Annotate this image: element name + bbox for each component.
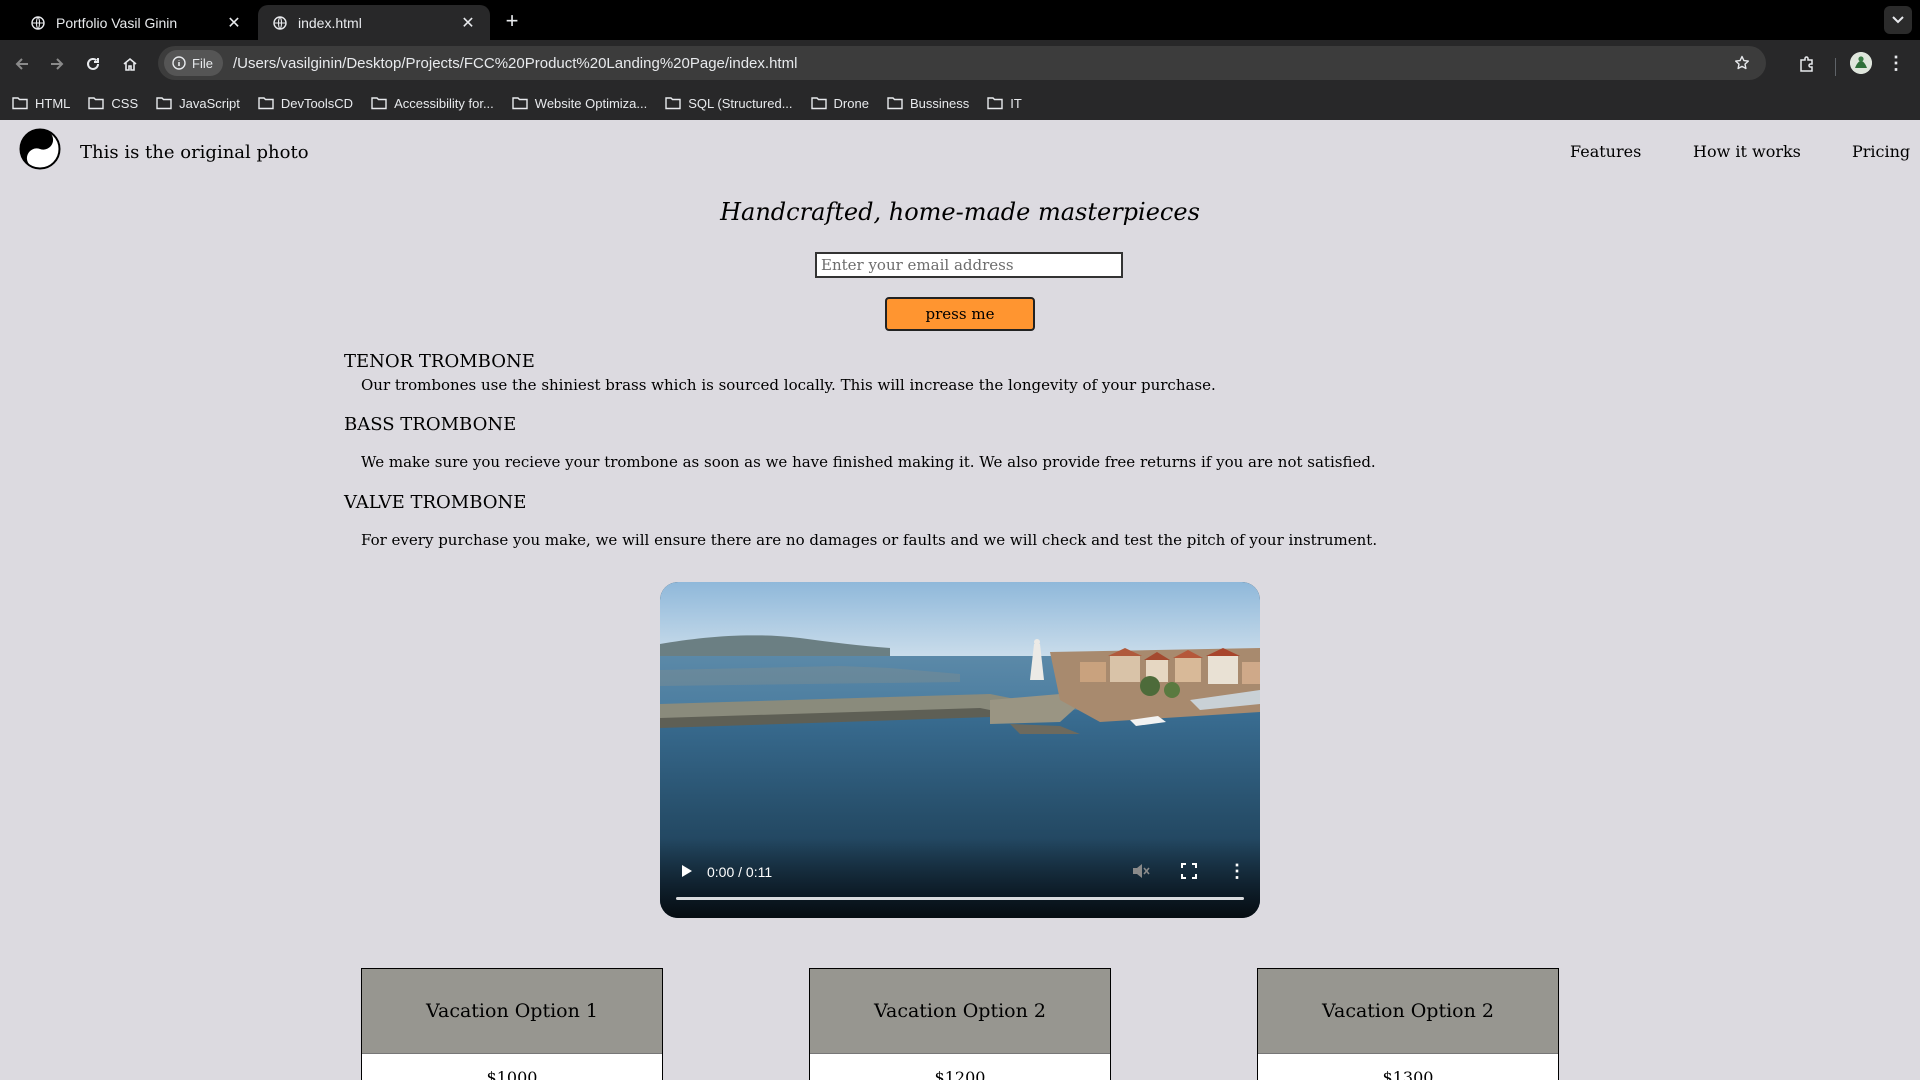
url-text: /Users/vasilginin/Desktop/Projects/FCC%2… [232, 54, 798, 72]
browser-toolbar: File /Users/vasilginin/Desktop/Projects/… [0, 40, 1920, 86]
tab-title: index.html [298, 14, 362, 31]
forward-button[interactable] [44, 51, 70, 77]
video-player[interactable]: 0:00 / 0:11 ⋮ [660, 582, 1260, 918]
pricing-card-title: Vacation Option 2 [810, 969, 1110, 1054]
site-info-chip[interactable]: File [164, 50, 223, 76]
pricing-card-price: $1200 [934, 1068, 986, 1080]
fullscreen-button[interactable] [1178, 860, 1200, 882]
pricing-card-title: Vacation Option 2 [1258, 969, 1558, 1054]
bookmark-folder[interactable]: DevToolsCD [258, 96, 353, 111]
feature-text: For every purchase you make, we will ens… [361, 531, 1378, 549]
close-icon[interactable]: ✕ [458, 13, 478, 33]
home-icon [123, 57, 137, 71]
feature-text: We make sure you recieve your trombone a… [361, 453, 1376, 471]
globe-icon [30, 15, 46, 31]
folder-icon [987, 97, 1003, 110]
tab-title: Portfolio Vasil Ginin [56, 14, 178, 31]
chevron-down-icon [1892, 16, 1904, 24]
new-tab-button[interactable]: + [500, 9, 524, 33]
bookmark-label: Accessibility for... [394, 95, 494, 111]
star-icon [1735, 55, 1749, 70]
tab-portfolio[interactable]: Portfolio Vasil Ginin ✕ [16, 5, 256, 40]
nav-pricing[interactable]: Pricing [1852, 142, 1910, 161]
browser-menu-button[interactable]: ⋮ [1884, 51, 1908, 75]
avatar-icon [1850, 52, 1872, 74]
fullscreen-icon [1181, 863, 1197, 879]
bookmark-folder[interactable]: Drone [810, 95, 869, 111]
tab-index[interactable]: index.html ✕ [258, 5, 490, 40]
info-icon [172, 56, 186, 70]
pricing-card-title: Vacation Option 1 [362, 969, 662, 1054]
hero-title: Handcrafted, home-made masterpieces [720, 198, 1200, 226]
folder-icon [88, 97, 105, 110]
folder-icon [665, 97, 681, 110]
mute-button[interactable] [1130, 860, 1152, 882]
submit-button[interactable]: press me [885, 297, 1035, 331]
bookmark-label: JavaScript [179, 95, 240, 111]
video-more-button[interactable]: ⋮ [1226, 860, 1248, 882]
bookmark-label: CSS [111, 95, 139, 111]
volume-muted-icon [1133, 864, 1150, 878]
feature-text: Our trombones use the shiniest brass whi… [361, 376, 1216, 394]
play-icon [682, 865, 692, 877]
arrow-left-icon [15, 58, 28, 70]
play-button[interactable] [676, 860, 698, 882]
bookmark-folder[interactable]: IT [987, 96, 1022, 111]
address-bar[interactable]: File /Users/vasilginin/Desktop/Projects/… [158, 46, 1766, 80]
globe-icon [272, 15, 288, 31]
folder-icon [371, 97, 387, 110]
folder-icon [12, 97, 28, 110]
bookmark-folder[interactable]: Accessibility for... [371, 96, 494, 111]
pricing-card: Vacation Option 2 $1300 [1257, 968, 1559, 1080]
page-content: This is the original photo Features How … [0, 120, 1920, 1080]
bookmark-folder[interactable]: Bussiness [887, 96, 969, 111]
tab-search-button[interactable] [1884, 6, 1912, 34]
bookmark-label: HTML [35, 95, 71, 111]
bookmark-label: Website Optimiza... [534, 95, 648, 111]
brand-title: This is the original photo [80, 142, 309, 163]
feature-title: BASS TROMBONE [344, 414, 517, 435]
profile-avatar[interactable] [1850, 52, 1872, 74]
bookmark-label: SQL (Structured... [688, 95, 793, 111]
pricing-card-price: $1000 [486, 1068, 538, 1080]
folder-icon [156, 97, 172, 110]
bookmarks-bar: HTML CSS JavaScript DevToolsCD Accessibility… [0, 86, 1920, 120]
tab-strip: Portfolio Vasil Ginin ✕ index.html ✕ + [0, 0, 1920, 40]
video-progress-bar[interactable] [676, 897, 1244, 900]
bookmark-label: DevToolsCD [280, 95, 354, 111]
bookmark-folder[interactable]: CSS [88, 96, 138, 111]
pricing-card-price: $1300 [1382, 1068, 1434, 1080]
folder-icon [258, 97, 274, 110]
bookmark-folder[interactable]: HTML [12, 96, 70, 111]
arrow-right-icon [51, 58, 64, 70]
folder-icon [512, 97, 528, 110]
toolbar-divider [1835, 58, 1836, 76]
reload-icon [87, 57, 99, 70]
bookmark-label: Drone [833, 95, 869, 111]
pricing-card: Vacation Option 2 $1200 [809, 968, 1111, 1080]
reload-button[interactable] [80, 51, 106, 77]
back-button[interactable] [9, 51, 35, 77]
folder-icon [887, 97, 903, 110]
bookmark-folder[interactable]: SQL (Structured... [665, 95, 793, 111]
nav-how-it-works[interactable]: How it works [1693, 142, 1801, 161]
chip-label: File [192, 55, 213, 71]
feature-title: TENOR TROMBONE [344, 351, 535, 372]
bookmark-folder[interactable]: JavaScript [156, 96, 240, 111]
nav-features[interactable]: Features [1570, 142, 1641, 161]
video-time: 0:00 / 0:11 [707, 864, 773, 880]
feature-title: VALVE TROMBONE [344, 492, 527, 513]
pricing-card: Vacation Option 1 $1000 [361, 968, 663, 1080]
bookmark-star-button[interactable] [1730, 51, 1754, 75]
folder-icon [810, 97, 827, 110]
extensions-button[interactable] [1794, 51, 1820, 77]
email-input[interactable] [815, 252, 1123, 278]
yin-yang-logo-icon [19, 128, 61, 170]
puzzle-icon [1800, 56, 1813, 72]
home-button[interactable] [117, 51, 143, 77]
bookmark-label: Bussiness [909, 95, 970, 111]
bookmark-label: IT [1010, 95, 1022, 111]
close-icon[interactable]: ✕ [224, 13, 244, 33]
bookmark-folder[interactable]: Website Optimiza... [512, 96, 647, 111]
